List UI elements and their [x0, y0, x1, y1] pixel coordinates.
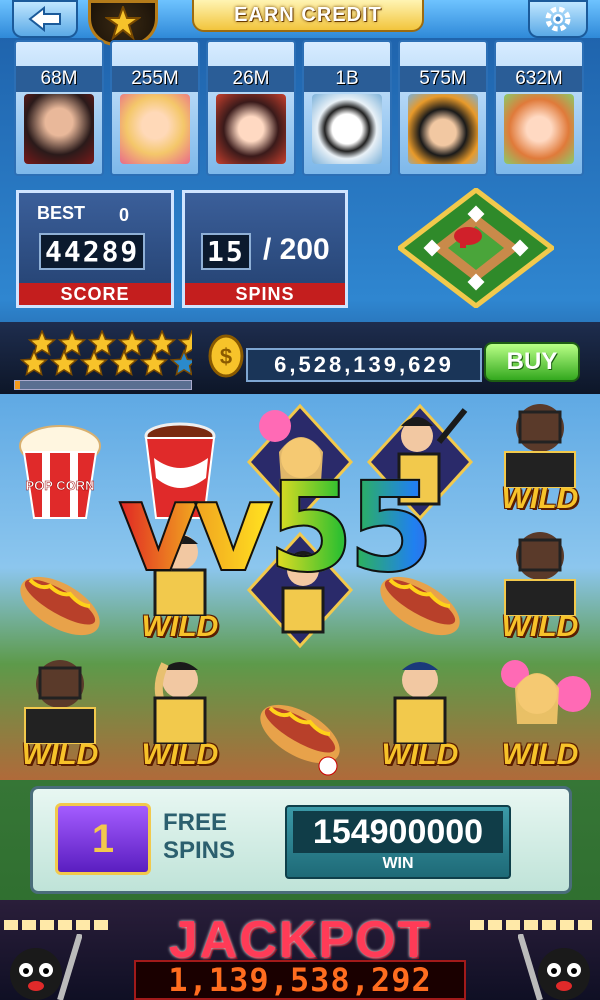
- player-card[interactable]: 255M: [110, 40, 200, 176]
- baseball-field-icon[interactable]: [398, 188, 554, 308]
- watermark-logo: vv55: [117, 457, 488, 599]
- player-avatar: [24, 94, 94, 164]
- catcher-icon: [504, 404, 576, 488]
- symbol-catcher-wild: WILD: [480, 522, 600, 650]
- player-score: 68M: [16, 66, 102, 92]
- level-star: [169, 349, 192, 377]
- catcher-icon: [504, 532, 576, 616]
- xp-progress-bar: [14, 380, 192, 390]
- best-label: BEST: [37, 203, 86, 223]
- spins-panel: 15 / 200 SPINS: [182, 190, 348, 308]
- best-value: 0: [119, 205, 130, 225]
- score-panel: BEST 0 44289 SCORE: [16, 190, 174, 308]
- top-bar: EARN CREDIT: [0, 0, 600, 46]
- player-score: 255M: [112, 66, 198, 92]
- back-arrow-icon: [28, 6, 61, 32]
- level-star: [79, 349, 109, 377]
- player-avatar: [504, 94, 574, 164]
- mascot-icon: [10, 934, 82, 1000]
- xp-progress-fill: [15, 381, 21, 389]
- player-card[interactable]: 26M: [206, 40, 296, 176]
- player-card[interactable]: 575M: [398, 40, 488, 176]
- player-avatar: [312, 94, 382, 164]
- gear-icon: [545, 6, 571, 32]
- coin-icon: $: [208, 334, 244, 378]
- player-avatar: [408, 94, 478, 164]
- pitcher-icon: [393, 662, 447, 744]
- free-spins-panel: 1 FREE SPINS 154900000 WIN: [30, 786, 572, 894]
- credits-balance: 6,528,139,629: [246, 348, 482, 382]
- level-star: [177, 330, 192, 357]
- leaderboard: 68M 255M 26M 1B 575M 632M: [14, 40, 588, 178]
- back-button[interactable]: [12, 0, 78, 38]
- free-spins-count: 1: [55, 803, 151, 875]
- symbol-popcorn: POP CORN: [0, 394, 120, 522]
- player-avatar: [216, 94, 286, 164]
- spins-label: SPINS: [185, 283, 345, 305]
- player-score: 575M: [400, 66, 486, 92]
- catcher-icon: [24, 660, 96, 744]
- spins-done: 15: [201, 233, 251, 270]
- symbol-hotdog: [240, 650, 360, 778]
- level-stars-icon: [19, 330, 192, 377]
- player-score: 26M: [208, 66, 294, 92]
- player-card[interactable]: 68M: [14, 40, 104, 176]
- settings-button[interactable]: [528, 0, 588, 38]
- free-spins-label-line1: FREE: [163, 809, 228, 836]
- score-digits: 44289: [39, 233, 146, 270]
- player-score: 1B: [304, 66, 390, 92]
- player-avatar: [120, 94, 190, 164]
- hotdog-icon: [20, 576, 100, 636]
- win-label: WIN: [382, 855, 414, 872]
- free-spins-label-line2: SPINS: [163, 837, 236, 864]
- level-star: [139, 349, 169, 377]
- cheerleader-icon: [501, 660, 591, 724]
- score-label: SCORE: [19, 283, 171, 305]
- free-spins-label: FREE SPINS: [163, 809, 235, 865]
- earn-credit-label: EARN CREDIT: [234, 3, 382, 26]
- player-card[interactable]: 1B: [302, 40, 392, 176]
- hotdog-icon: [260, 704, 340, 776]
- symbol-hotdog: [0, 522, 120, 650]
- status-bar: $ 6,528,139,629 BUY: [0, 322, 600, 394]
- popcorn-icon: POP CORN: [19, 425, 101, 519]
- level-star: [19, 349, 49, 377]
- player-card[interactable]: 632M: [494, 40, 584, 176]
- symbol-catcher-wild: WILD: [480, 394, 600, 522]
- player-score: 632M: [496, 66, 582, 92]
- level-star: [49, 349, 79, 377]
- jackpot-value: 1,139,538,292: [134, 960, 466, 1000]
- mascot-icon: [518, 934, 590, 1000]
- symbol-cheerleader-wild: WILD: [480, 650, 600, 778]
- symbol-catcher-wild: WILD: [0, 650, 120, 778]
- buy-button[interactable]: BUY: [484, 342, 580, 382]
- svg-text:$: $: [220, 344, 232, 369]
- popcorn-label: POP CORN: [25, 478, 94, 493]
- earn-credit-button[interactable]: EARN CREDIT: [192, 0, 424, 32]
- win-box: 154900000 WIN: [285, 805, 511, 879]
- spins-total: / 200: [263, 233, 330, 266]
- symbol-pitcher-wild: WILD: [120, 650, 240, 778]
- symbol-pitcher-wild: WILD: [360, 650, 480, 778]
- pitcher-icon: [153, 662, 207, 744]
- win-value: 154900000: [293, 811, 503, 853]
- level-star: [109, 349, 139, 377]
- star-icon: [105, 6, 141, 40]
